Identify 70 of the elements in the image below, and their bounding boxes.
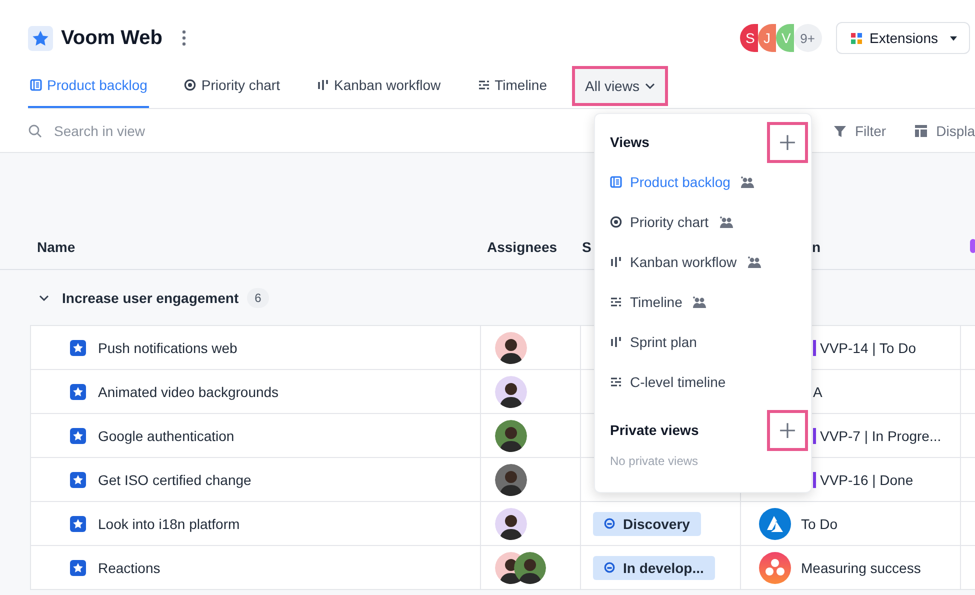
status-tag[interactable]: In develop...	[593, 556, 715, 580]
plus-icon	[779, 422, 796, 438]
issue-link[interactable]: VVP-16 | Done	[820, 472, 914, 488]
search-icon	[28, 124, 42, 138]
list-icon	[30, 79, 42, 91]
issue-link[interactable]: VVP-7 | In Progre...	[820, 428, 942, 444]
view-menu-item[interactable]: Product backlog	[610, 162, 808, 202]
issue-marker	[813, 428, 816, 444]
more-icon[interactable]	[182, 30, 186, 46]
timeline-icon	[478, 79, 490, 91]
mountain-logo-icon	[759, 508, 791, 540]
empty-message: No private views	[610, 454, 700, 468]
target-icon	[610, 216, 622, 228]
item-name[interactable]: Reactions	[98, 560, 160, 576]
filter-icon	[832, 124, 847, 138]
three-dots-logo-icon	[759, 552, 791, 584]
user-avatar[interactable]: S	[740, 24, 758, 52]
add-view-button[interactable]	[767, 122, 808, 162]
columns-icon	[610, 256, 622, 268]
group-title: Increase user engagement	[62, 290, 239, 306]
column-header: Assignees	[486, 239, 558, 255]
list-icon	[610, 176, 622, 188]
column-tag-mark	[970, 238, 975, 252]
plus-icon	[779, 134, 796, 150]
more-users-badge[interactable]: 9+	[794, 24, 822, 52]
section-title: Private views	[610, 422, 699, 438]
all-views-dropdown[interactable]: All views	[572, 66, 668, 106]
integration-text: To Do	[801, 516, 838, 532]
item-name[interactable]: Animated video backgrounds	[98, 384, 279, 400]
columns-icon	[610, 336, 622, 348]
view-menu-item[interactable]: C-level timeline	[610, 362, 808, 402]
columns-icon	[316, 79, 329, 91]
item-name[interactable]: Push notifications web	[98, 340, 238, 356]
add-view-button[interactable]	[767, 410, 808, 450]
status-icon	[604, 518, 615, 529]
view-tab[interactable]: Kanban workflow	[314, 64, 443, 108]
column-header: Name	[36, 239, 76, 255]
caret-icon	[950, 36, 957, 40]
chevron-down-icon	[645, 83, 656, 89]
view-menu-item[interactable]: Priority chart	[610, 202, 808, 242]
column-header: n	[811, 239, 822, 255]
extensions-button[interactable]: Extensions	[836, 22, 970, 54]
item-name[interactable]: Look into i18n platform	[98, 516, 240, 532]
section-title: Views	[610, 134, 650, 150]
item-name[interactable]: Google authentication	[98, 428, 234, 444]
display-button[interactable]: Displa	[914, 122, 975, 138]
filter-button[interactable]: Filter	[832, 122, 886, 138]
target-icon	[184, 79, 196, 91]
column-header: S	[581, 239, 592, 255]
project-title: Voom Web	[61, 26, 162, 50]
integration-text: A	[813, 384, 822, 400]
view-menu-item[interactable]: Timeline	[610, 282, 808, 322]
view-menu-item[interactable]: Sprint plan	[610, 322, 808, 362]
view-tab[interactable]: Priority chart	[182, 64, 282, 108]
integration-text: Measuring success	[801, 560, 921, 576]
issue-link[interactable]: VVP-14 | To Do	[820, 340, 916, 356]
view-menu-item[interactable]: Kanban workflow	[610, 242, 808, 282]
timeline-icon	[610, 296, 622, 308]
view-tab[interactable]: Timeline	[476, 64, 549, 108]
item-name[interactable]: Get ISO certified change	[98, 472, 252, 488]
layout-icon	[914, 124, 928, 138]
status-icon	[604, 562, 615, 573]
count-badge: 6	[246, 288, 270, 308]
issue-marker	[813, 472, 816, 488]
view-tab[interactable]: Product backlog	[28, 64, 150, 108]
timeline-icon	[610, 376, 622, 388]
apps-icon	[850, 32, 862, 44]
chevron-down-icon[interactable]	[39, 294, 49, 300]
issue-marker	[813, 340, 816, 356]
status-tag[interactable]: Discovery	[593, 512, 701, 536]
